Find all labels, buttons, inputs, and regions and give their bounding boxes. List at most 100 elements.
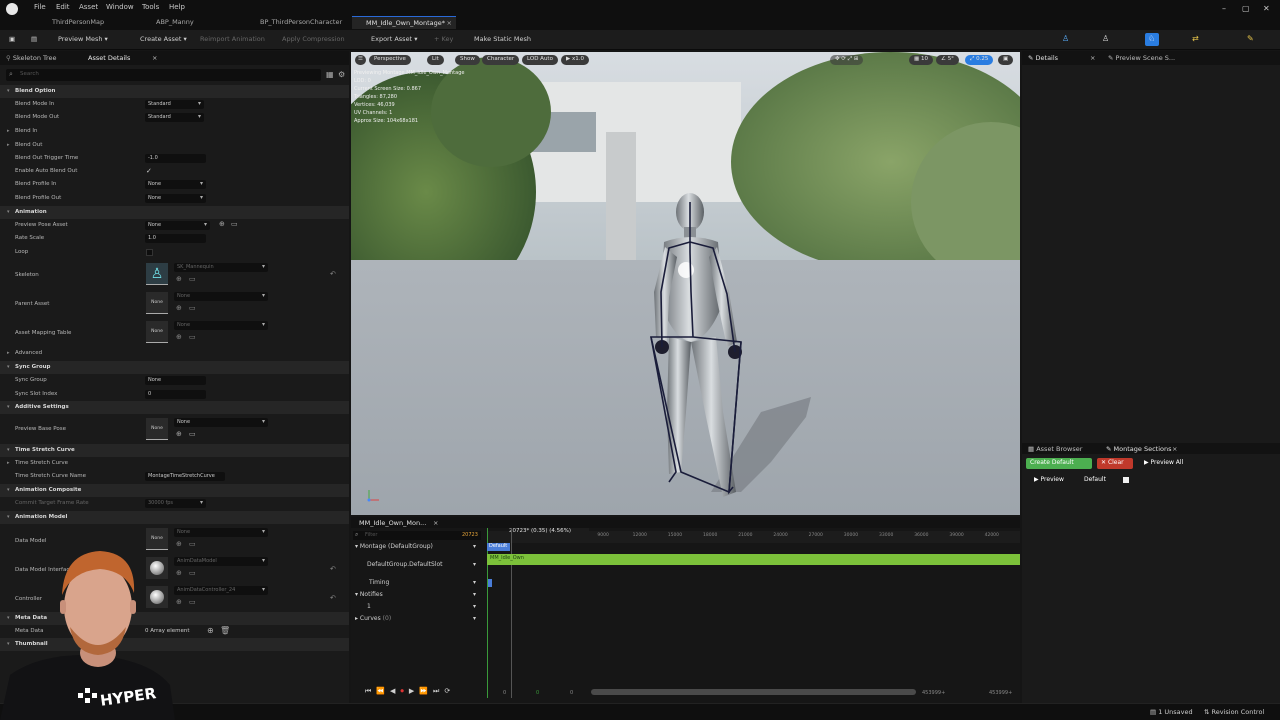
tab-montage[interactable]: MM_Idle_Own_Mon... — [359, 519, 426, 527]
viewport-menu-button[interactable]: ☰ — [355, 55, 366, 65]
browse-asset-icon[interactable]: ⊕ — [219, 220, 225, 228]
menu-edit[interactable]: Edit — [56, 3, 70, 11]
track-curves[interactable]: ▸ Curves (0) ▾ — [355, 615, 490, 626]
use-selected-icon[interactable]: ⊕ — [176, 540, 182, 548]
create-default-button[interactable]: Create Default — [1026, 458, 1092, 469]
transform-tools[interactable]: ✥ ⟳ ⤢ ⊞ — [830, 55, 864, 65]
tab-close-icon[interactable]: × — [433, 519, 438, 527]
add-element-icon[interactable]: ⊕ — [207, 626, 214, 635]
folder-icon[interactable]: ▭ — [189, 430, 196, 438]
track-notifies[interactable]: ▾ Notifies ▾ — [355, 591, 490, 602]
tab-details[interactable]: ✎ Details — [1028, 54, 1058, 62]
export-asset-button[interactable]: Export Asset ▾ — [371, 35, 417, 43]
commit-frame-rate-select[interactable]: 30000 fps — [145, 499, 206, 508]
blend-mode-in-select[interactable]: Standard — [145, 100, 204, 109]
camera-speed-button[interactable]: ▣ — [998, 55, 1014, 65]
prop-row[interactable]: ▸ Time Stretch Curve — [0, 457, 349, 470]
section-animation-model[interactable]: ▾ Animation Model — [0, 511, 349, 524]
blueprint-mode-icon[interactable]: ⇄ — [1190, 33, 1204, 46]
unreal-logo-icon[interactable] — [6, 3, 18, 15]
apply-compression-button[interactable]: Apply Compression — [282, 35, 345, 43]
loop-icon[interactable]: ⟳ — [444, 687, 455, 695]
tab-close-icon[interactable]: × — [152, 54, 157, 62]
skeleton-select[interactable]: SK_Mannequin — [174, 263, 268, 272]
preview-all-button[interactable]: ▶ Preview All — [1140, 458, 1187, 469]
grid-snap-button[interactable]: ▦ 10 — [909, 55, 933, 65]
use-selected-icon[interactable]: ⊕ — [176, 275, 182, 283]
prop-row[interactable]: ▸ Blend In — [0, 125, 349, 138]
track-montage-group[interactable]: ▾ Montage (DefaultGroup) ▾ — [355, 543, 490, 554]
scale-snap-button[interactable]: ⤢ 0.25 — [965, 55, 994, 65]
section-additive-settings[interactable]: ▾ Additive Settings — [0, 401, 349, 414]
parent-asset-thumbnail[interactable]: None — [146, 292, 168, 314]
preview-button[interactable]: ▶ Preview — [1030, 475, 1068, 486]
use-selected-icon[interactable]: ⊕ — [176, 333, 182, 341]
preview-pose-asset-select[interactable]: None — [145, 221, 210, 230]
animation-mode-icon[interactable]: ♘ — [1145, 33, 1159, 46]
step-back-icon[interactable]: ⏪ — [376, 687, 390, 695]
unsaved-indicator[interactable]: ▤ 1 Unsaved — [1150, 708, 1193, 716]
tab-mm-idle-own-montage[interactable]: MM_Idle_Own_Montage* × — [352, 16, 456, 29]
loop-checkbox[interactable] — [146, 249, 153, 256]
tab-montage-sections[interactable]: ✎ Montage Sections — [1106, 445, 1171, 453]
timeline-scrollbar[interactable] — [591, 689, 916, 695]
play-reverse-icon[interactable]: ◀ — [390, 687, 400, 695]
view-options-icon[interactable]: ▦ — [326, 70, 334, 79]
record-icon[interactable]: ⏺ — [400, 687, 409, 695]
use-selected-icon[interactable]: ⊕ — [176, 430, 182, 438]
data-model-interface-select[interactable]: AnimDataModel — [174, 557, 268, 566]
blend-out-trigger-input[interactable]: -1.0 — [145, 154, 206, 163]
section-animation[interactable]: ▾ Animation — [0, 206, 349, 219]
asset-mapping-select[interactable]: None — [174, 321, 268, 330]
preview-viewport[interactable]: ☰ Perspective Lit Show Character LOD Aut… — [351, 52, 1020, 515]
section-blend-option[interactable]: ▾ Blend Option — [0, 85, 349, 98]
settings-gear-icon[interactable]: ⚙ — [338, 70, 345, 79]
menu-tools[interactable]: Tools — [142, 3, 159, 11]
use-selected-icon[interactable]: ⊕ — [176, 569, 182, 577]
physics-mode-icon[interactable]: ✎ — [1244, 33, 1258, 46]
save-icon[interactable]: ▣ — [9, 35, 15, 43]
slot-segment[interactable]: MM_Idle_Own — [487, 554, 1020, 565]
step-forward-icon[interactable]: ⏩ — [419, 687, 433, 695]
character-button[interactable]: Character — [482, 55, 520, 65]
tab-close-icon[interactable]: × — [1090, 54, 1095, 62]
timing-marker[interactable] — [488, 579, 492, 587]
blend-profile-out-select[interactable]: None — [145, 194, 206, 203]
key-button[interactable]: + Key — [434, 35, 453, 43]
default-section-marker[interactable]: Default — [487, 543, 510, 551]
section-time-stretch-curve[interactable]: ▾ Time Stretch Curve — [0, 444, 349, 457]
perspective-button[interactable]: Perspective — [369, 55, 411, 65]
reimport-animation-button[interactable]: Reimport Animation — [200, 35, 265, 43]
tab-asset-details[interactable]: Asset Details — [88, 54, 130, 62]
sync-group-input[interactable]: None — [145, 376, 206, 385]
play-icon[interactable]: ▶ — [409, 687, 419, 695]
controller-select[interactable]: AnimDataController_24 — [174, 586, 268, 595]
folder-icon[interactable]: ▭ — [189, 275, 196, 283]
prop-row[interactable]: ▸ Advanced — [0, 347, 349, 360]
tab-close-icon[interactable]: × — [447, 19, 452, 27]
maximize-icon[interactable]: ▢ — [1242, 4, 1250, 13]
menu-help[interactable]: Help — [169, 3, 185, 11]
close-window-icon[interactable]: ✕ — [1263, 4, 1270, 13]
tab-thirdpersonmap[interactable]: ThirdPersonMap — [38, 16, 110, 29]
reset-arrow-icon[interactable]: ↶ — [330, 565, 336, 573]
minimize-icon[interactable]: – — [1222, 4, 1226, 13]
menu-window[interactable]: Window — [106, 3, 134, 11]
preview-base-pose-select[interactable]: None — [174, 418, 268, 427]
tab-close-icon[interactable]: × — [1172, 445, 1177, 453]
folder-icon[interactable]: ▭ — [189, 304, 196, 312]
menu-asset[interactable]: Asset — [79, 3, 98, 11]
blend-mode-out-select[interactable]: Standard — [145, 113, 204, 122]
mesh-mode-icon[interactable]: ♙ — [1098, 33, 1112, 46]
skip-end-icon[interactable]: ⏭ — [433, 687, 444, 695]
details-search-input[interactable]: ⌕ Search — [6, 69, 321, 81]
menu-file[interactable]: File — [34, 3, 46, 11]
transport-controls[interactable]: ⏮⏪◀⏺▶⏩⏭⟳ — [365, 687, 475, 699]
enable-auto-blend-out-checkbox[interactable]: ✓ — [146, 167, 152, 175]
clear-button[interactable]: ✕ Clear — [1097, 458, 1133, 469]
folder-icon[interactable]: ▭ — [231, 220, 238, 228]
create-asset-button[interactable]: Create Asset ▾ — [140, 35, 187, 43]
folder-icon[interactable]: ▭ — [189, 540, 196, 548]
preview-mesh-button[interactable]: Preview Mesh ▾ — [58, 35, 108, 43]
section-sync-group[interactable]: ▾ Sync Group — [0, 361, 349, 374]
